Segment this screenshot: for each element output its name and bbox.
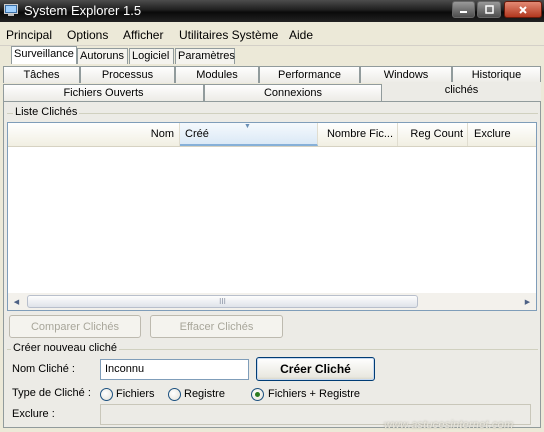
minimize-button[interactable] — [452, 1, 475, 18]
tab-surveillance[interactable]: Surveillance — [11, 46, 77, 64]
column-nombre-fichiers[interactable]: Nombre Fic... — [318, 123, 398, 146]
top-tab-bar: Surveillance Autoruns Logiciel Paramètre… — [0, 46, 544, 64]
column-nom[interactable]: Nom — [8, 123, 180, 146]
create-group-label: Créer nouveau cliché — [11, 342, 119, 354]
tab-performance[interactable]: Performance — [259, 66, 360, 83]
scroll-left-icon[interactable]: ◀ — [8, 293, 25, 310]
sort-arrow-icon: ▼ — [244, 123, 251, 130]
column-exclure[interactable]: Exclure — [468, 123, 536, 146]
tab-logiciel[interactable]: Logiciel — [129, 48, 174, 64]
tab-windows[interactable]: Windows — [360, 66, 452, 83]
compare-snapshots-button[interactable]: Comparer Clichés — [9, 315, 141, 338]
tab-cliches[interactable]: clichés — [382, 82, 541, 101]
menu-principal[interactable]: Principal — [6, 28, 52, 42]
maximize-icon — [484, 5, 494, 14]
snapshot-list[interactable]: Nom ▼ Créé Nombre Fic... Reg Count Exclu… — [7, 122, 537, 311]
radio-registre-label[interactable]: Registre — [184, 388, 225, 400]
scroll-thumb[interactable]: III — [27, 295, 418, 308]
menu-afficher[interactable]: Afficher — [123, 28, 163, 42]
horizontal-scrollbar[interactable]: ◀ III ▶ — [8, 293, 536, 310]
scroll-right-icon[interactable]: ▶ — [519, 293, 536, 310]
radio-fichiers-label[interactable]: Fichiers — [116, 388, 155, 400]
tab-historique[interactable]: Historique — [452, 66, 541, 83]
radio-registre[interactable] — [168, 388, 181, 401]
tab-connexions[interactable]: Connexions — [204, 84, 382, 101]
title-bar: System Explorer 1.5 — [0, 0, 544, 22]
tab-processus[interactable]: Processus — [80, 66, 175, 83]
menu-options[interactable]: Options — [67, 28, 108, 42]
create-snapshot-button[interactable]: Créer Cliché — [256, 357, 375, 381]
minimize-icon — [460, 11, 467, 13]
clear-snapshots-button[interactable]: Effacer Clichés — [150, 315, 283, 338]
column-reg-count[interactable]: Reg Count — [398, 123, 468, 146]
radio-fichiers-registre[interactable] — [251, 388, 264, 401]
maximize-button[interactable] — [477, 1, 501, 18]
menu-aide[interactable]: Aide — [289, 28, 313, 42]
radio-fichiers-registre-label[interactable]: Fichiers + Registre — [268, 388, 360, 400]
tab-taches[interactable]: Tâches — [3, 66, 80, 83]
type-label: Type de Cliché : — [12, 387, 91, 399]
tab-parametres[interactable]: Paramètres — [175, 48, 235, 64]
name-label: Nom Cliché : — [12, 363, 75, 375]
snapshot-name-input[interactable]: Inconnu — [100, 359, 249, 380]
column-cree[interactable]: ▼ Créé — [180, 123, 318, 146]
close-icon — [519, 5, 527, 14]
exclude-label: Exclure : — [12, 408, 55, 420]
list-group: Liste Clichés — [7, 106, 538, 118]
menu-utilitaires[interactable]: Utilitaires Système — [179, 28, 278, 42]
sub-tab-grid: Tâches Processus Modules Performance Win… — [3, 66, 541, 102]
menu-bar: Principal Options Afficher Utilitaires S… — [0, 26, 544, 46]
column-cree-label: Créé — [185, 128, 209, 140]
tab-fichiers-ouverts[interactable]: Fichiers Ouverts — [3, 84, 204, 101]
watermark: www.astucesinternet.com — [384, 419, 514, 431]
app-icon — [4, 4, 18, 16]
window-title: System Explorer 1.5 — [24, 3, 142, 18]
close-button[interactable] — [504, 1, 542, 18]
radio-fichiers[interactable] — [100, 388, 113, 401]
tab-modules[interactable]: Modules — [175, 66, 259, 83]
create-group: Créer nouveau cliché — [7, 342, 538, 354]
list-header: Nom ▼ Créé Nombre Fic... Reg Count Exclu… — [8, 123, 536, 147]
tab-autoruns[interactable]: Autoruns — [77, 48, 128, 64]
list-group-label: Liste Clichés — [13, 106, 80, 118]
